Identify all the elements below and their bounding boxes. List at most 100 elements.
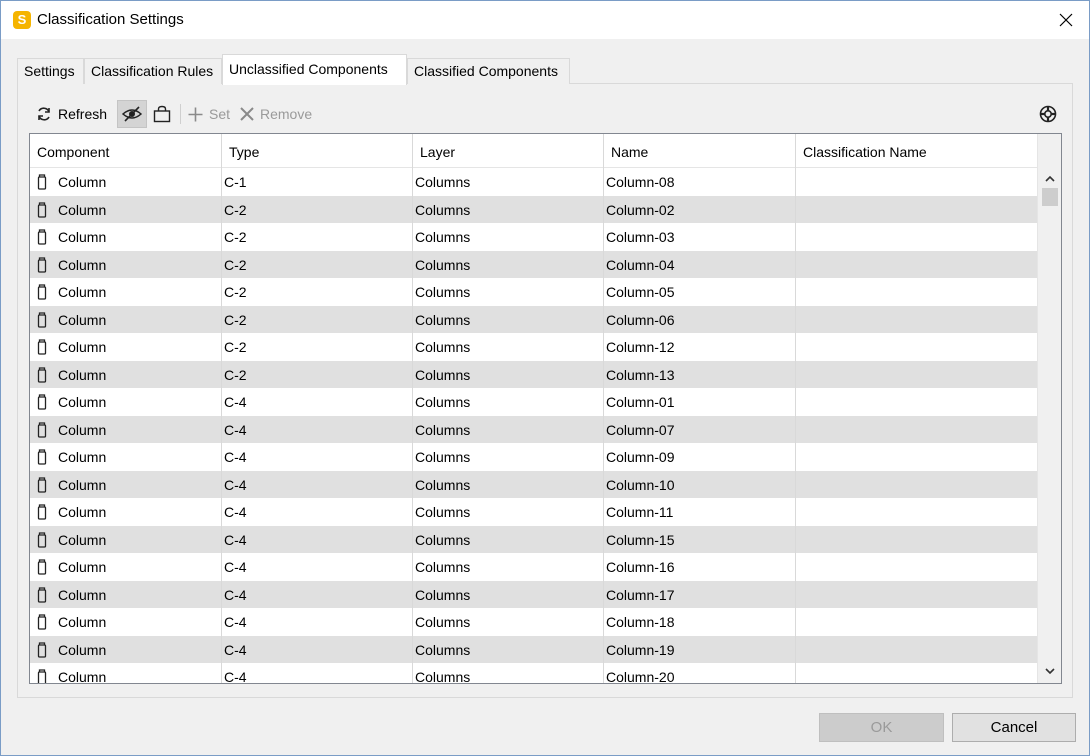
table-row[interactable]: Column C-1 Columns Column-08 (30, 168, 1038, 196)
column-divider (412, 134, 413, 683)
bag-icon (153, 105, 171, 123)
bag-button[interactable] (149, 100, 175, 128)
table-row[interactable]: Column C-2 Columns Column-03 (30, 223, 1038, 251)
vertical-scrollbar[interactable] (1037, 134, 1061, 683)
cell-text: Column (58, 421, 107, 438)
cell-component: Column (30, 361, 221, 389)
cell-component: Column (30, 168, 221, 196)
table-row[interactable]: Column C-2 Columns Column-06 (30, 305, 1038, 334)
set-button[interactable]: Set (188, 99, 230, 129)
cell-type: C-2 (224, 229, 247, 245)
column-header-type[interactable]: Type (222, 134, 413, 168)
cancel-button[interactable]: Cancel (952, 713, 1076, 742)
plus-icon (188, 107, 203, 121)
ok-button[interactable]: OK (819, 713, 944, 742)
table-row[interactable]: Column C-2 Columns Column-13 (30, 360, 1038, 389)
column-header-component[interactable]: Component (30, 134, 222, 168)
cell-text: Column (58, 531, 107, 548)
cell-classification-name (797, 526, 1037, 554)
column-header-name[interactable]: Name (604, 134, 796, 168)
cell-name: Column-01 (606, 394, 675, 410)
hide-components-toggle[interactable] (117, 100, 147, 128)
table-row[interactable]: Column C-2 Columns Column-05 (30, 278, 1038, 306)
tab-unclassified-components[interactable]: Unclassified Components (222, 54, 407, 85)
table-row[interactable]: Column C-4 Columns Column-19 (30, 635, 1038, 664)
cell-type: C-4 (224, 421, 247, 438)
table-row[interactable]: Column C-2 Columns Column-12 (30, 333, 1038, 361)
tab-settings[interactable]: Settings (17, 58, 84, 84)
cell-name: Column-13 (606, 366, 675, 383)
unclassified-components-table[interactable]: Component Type Layer Name Classification… (29, 133, 1062, 684)
table-row[interactable]: Column C-4 Columns Column-15 (30, 525, 1038, 554)
cell-component: Column (30, 553, 221, 581)
table-row[interactable]: Column C-4 Columns Column-11 (30, 498, 1038, 526)
cell-text: Column (58, 339, 107, 355)
cell-layer: Columns (415, 311, 471, 328)
scroll-down-button[interactable] (1038, 661, 1061, 681)
cell-layer: Columns (415, 449, 471, 465)
tab-classified-components[interactable]: Classified Components (407, 58, 570, 84)
remove-button[interactable]: Remove (240, 99, 312, 129)
tab-classification-rules[interactable]: Classification Rules (84, 58, 222, 84)
cell-text: Column (58, 284, 107, 300)
scrollbar-thumb[interactable] (1042, 188, 1058, 206)
table-row[interactable]: Column C-4 Columns Column-09 (30, 443, 1038, 471)
cell-component: Column (30, 608, 221, 636)
cell-layer: Columns (415, 641, 471, 658)
cell-component: Column (30, 388, 221, 416)
table-row[interactable]: Column C-4 Columns Column-17 (30, 580, 1038, 608)
table-row[interactable]: Column C-4 Columns Column-07 (30, 415, 1038, 444)
column-component-icon (37, 366, 47, 383)
cell-name: Column-15 (606, 531, 675, 548)
cell-text: Column (58, 641, 107, 658)
cell-layer: Columns (415, 284, 471, 300)
chevron-down-icon (1044, 667, 1055, 674)
cell-name: Column-04 (606, 256, 675, 273)
cell-classification-name (797, 278, 1037, 306)
column-component-icon (37, 614, 47, 630)
table-row[interactable]: Column C-4 Columns Column-01 (30, 388, 1038, 416)
refresh-button[interactable]: Refresh (36, 99, 107, 129)
toolbar: Refresh Set Remove (17, 99, 1073, 129)
cell-classification-name (797, 663, 1037, 683)
cell-name: Column-02 (606, 201, 675, 218)
cell-name: Column-08 (606, 174, 675, 190)
table-row[interactable]: Column C-4 Columns Column-20 (30, 663, 1038, 684)
table-row[interactable]: Column C-2 Columns Column-02 (30, 195, 1038, 224)
classification-settings-window: S Classification Settings Settings Class… (0, 0, 1090, 756)
cell-text: Column (58, 256, 107, 273)
scroll-up-button[interactable] (1038, 168, 1061, 188)
cell-layer: Columns (415, 476, 471, 493)
column-header-layer[interactable]: Layer (413, 134, 604, 168)
table-row[interactable]: Column C-4 Columns Column-18 (30, 608, 1038, 636)
cell-component: Column (30, 333, 221, 361)
cell-name: Column-06 (606, 311, 675, 328)
close-button[interactable] (1043, 1, 1089, 39)
cell-layer: Columns (415, 669, 471, 684)
cell-classification-name (797, 636, 1037, 664)
cell-classification-name (797, 306, 1037, 334)
cell-type: C-4 (224, 531, 247, 548)
remove-label: Remove (260, 106, 313, 122)
x-icon (240, 107, 254, 121)
cell-text: Column (58, 174, 107, 190)
cell-type: C-4 (224, 641, 247, 658)
table-row[interactable]: Column C-2 Columns Column-04 (30, 250, 1038, 278)
cell-component: Column (30, 416, 221, 444)
cell-classification-name (797, 608, 1037, 636)
lifebuoy-icon (1039, 105, 1057, 123)
tab-label: Unclassified Components (229, 61, 388, 77)
column-header-classification-name[interactable]: Classification Name (796, 134, 1038, 168)
cell-classification-name (797, 361, 1037, 389)
cell-classification-name (797, 443, 1037, 471)
cell-text: Column (58, 311, 107, 328)
cell-classification-name (797, 196, 1037, 224)
help-button[interactable] (1037, 103, 1059, 125)
column-divider (221, 134, 222, 683)
table-row[interactable]: Column C-4 Columns Column-16 (30, 553, 1038, 581)
table-row[interactable]: Column C-4 Columns Column-10 (30, 470, 1038, 498)
cell-layer: Columns (415, 421, 471, 438)
table-header: Component Type Layer Name Classification… (30, 134, 1038, 168)
column-component-icon (37, 504, 47, 520)
tab-label: Settings (24, 63, 75, 79)
